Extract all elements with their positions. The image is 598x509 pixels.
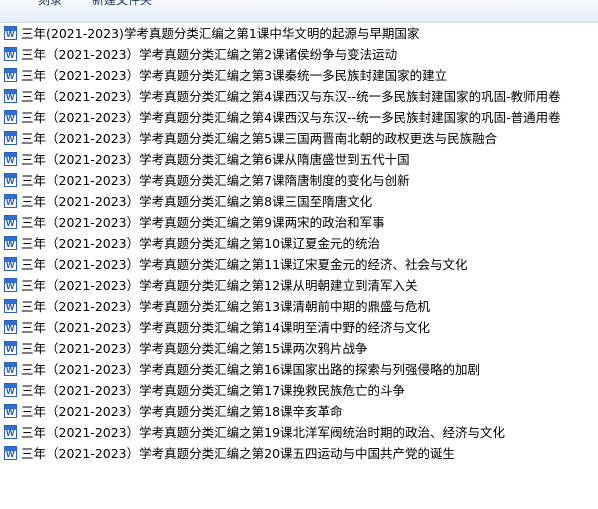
file-name: 三年（2021-2023）学考真题分类汇编之第12课从明朝建立到清军入关 (21, 278, 418, 293)
word-doc-icon: W (4, 299, 17, 313)
file-item[interactable]: W 三年（2021-2023）学考真题分类汇编之第4课西汉与东汉--统一多民族封建… (0, 86, 598, 107)
file-item[interactable]: W 三年（2021-2023）学考真题分类汇编之第5课三国两晋南北朝的政权更迭与民… (0, 128, 598, 149)
file-name: 三年（2021-2023）学考真题分类汇编之第10课辽夏金元的统治 (21, 236, 381, 251)
word-doc-icon: W (4, 320, 17, 334)
explorer-toolbar: 刻录 新建文件夹 (0, 0, 598, 23)
file-item[interactable]: W 三年（2021-2023）学考真题分类汇编之第13课清朝前中期的鼎盛与危机 (0, 296, 598, 317)
file-name: 三年（2021-2023）学考真题分类汇编之第18课辛亥革命 (21, 404, 343, 419)
file-name: 三年（2021-2023）学考真题分类汇编之第4课西汉与东汉--统一多民族封建国… (21, 89, 561, 104)
file-name: 三年（2021-2023）学考真题分类汇编之第5课三国两晋南北朝的政权更迭与民族… (21, 131, 498, 146)
word-doc-icon: W (4, 47, 17, 61)
file-name: 三年（2021-2023）学考真题分类汇编之第19课北洋军阀统治时期的政治、经济… (21, 425, 506, 440)
word-doc-icon: W (4, 26, 17, 40)
word-doc-icon: W (4, 278, 17, 292)
file-name: 三年（2021-2023）学考真题分类汇编之第2课诸侯纷争与变法运动 (21, 47, 398, 62)
file-name: 三年（2021-2023）学考真题分类汇编之第9课两宋的政治和军事 (21, 215, 385, 230)
word-doc-icon: W (4, 404, 17, 418)
file-name: 三年（2021-2023）学考真题分类汇编之第6课从隋唐盛世到五代十国 (21, 152, 410, 167)
file-item[interactable]: W 三年(2021-2023)学考真题分类汇编之第1课中华文明的起源与早期国家 (0, 23, 598, 44)
word-doc-icon: W (4, 257, 17, 271)
file-item[interactable]: W 三年（2021-2023）学考真题分类汇编之第10课辽夏金元的统治 (0, 233, 598, 254)
file-name: 三年(2021-2023)学考真题分类汇编之第1课中华文明的起源与早期国家 (21, 26, 420, 41)
word-doc-icon: W (4, 446, 17, 460)
file-name: 三年（2021-2023）学考真题分类汇编之第14课明至清中野的经济与文化 (21, 320, 431, 335)
word-doc-icon: W (4, 194, 17, 208)
file-name: 三年（2021-2023）学考真题分类汇编之第7课隋唐制度的变化与创新 (21, 173, 410, 188)
file-item[interactable]: W 三年（2021-2023）学考真题分类汇编之第11课辽宋夏金元的经济、社会与文… (0, 254, 598, 275)
file-item[interactable]: W 三年（2021-2023）学考真题分类汇编之第20课五四运动与中国共产党的诞生 (0, 443, 598, 464)
word-doc-icon: W (4, 152, 17, 166)
file-item[interactable]: W 三年（2021-2023）学考真题分类汇编之第6课从隋唐盛世到五代十国 (0, 149, 598, 170)
file-name: 三年（2021-2023）学考真题分类汇编之第20课五四运动与中国共产党的诞生 (21, 446, 456, 461)
file-item[interactable]: W 三年（2021-2023）学考真题分类汇编之第8课三国至隋唐文化 (0, 191, 598, 212)
file-item[interactable]: W 三年（2021-2023）学考真题分类汇编之第15课两次鸦片战争 (0, 338, 598, 359)
file-name: 三年（2021-2023）学考真题分类汇编之第17课挽救民族危亡的斗争 (21, 383, 406, 398)
new-folder-button[interactable]: 新建文件夹 (92, 0, 152, 9)
file-item[interactable]: W 三年（2021-2023）学考真题分类汇编之第12课从明朝建立到清军入关 (0, 275, 598, 296)
file-item[interactable]: W 三年（2021-2023）学考真题分类汇编之第2课诸侯纷争与变法运动 (0, 44, 598, 65)
file-name: 三年（2021-2023）学考真题分类汇编之第3课秦统一多民族封建国家的建立 (21, 68, 448, 83)
file-item[interactable]: W 三年（2021-2023）学考真题分类汇编之第17课挽救民族危亡的斗争 (0, 380, 598, 401)
file-item[interactable]: W 三年（2021-2023）学考真题分类汇编之第7课隋唐制度的变化与创新 (0, 170, 598, 191)
file-item[interactable]: W 三年（2021-2023）学考真题分类汇编之第18课辛亥革命 (0, 401, 598, 422)
file-item[interactable]: W 三年（2021-2023）学考真题分类汇编之第9课两宋的政治和军事 (0, 212, 598, 233)
burn-button[interactable]: 刻录 (38, 0, 62, 9)
file-item[interactable]: W 三年（2021-2023）学考真题分类汇编之第14课明至清中野的经济与文化 (0, 317, 598, 338)
word-doc-icon: W (4, 341, 17, 355)
file-list: W 三年(2021-2023)学考真题分类汇编之第1课中华文明的起源与早期国家 W 三… (0, 23, 598, 464)
file-name: 三年（2021-2023）学考真题分类汇编之第15课两次鸦片战争 (21, 341, 368, 356)
file-name: 三年（2021-2023）学考真题分类汇编之第16课国家出路的探索与列强侵略的加… (21, 362, 481, 377)
file-item[interactable]: W 三年（2021-2023）学考真题分类汇编之第19课北洋军阀统治时期的政治、经… (0, 422, 598, 443)
word-doc-icon: W (4, 362, 17, 376)
file-name: 三年（2021-2023）学考真题分类汇编之第8课三国至隋唐文化 (21, 194, 373, 209)
word-doc-icon: W (4, 425, 17, 439)
file-name: 三年（2021-2023）学考真题分类汇编之第13课清朝前中期的鼎盛与危机 (21, 299, 431, 314)
file-name: 三年（2021-2023）学考真题分类汇编之第11课辽宋夏金元的经济、社会与文化 (21, 257, 468, 272)
word-doc-icon: W (4, 68, 17, 82)
word-doc-icon: W (4, 383, 17, 397)
word-doc-icon: W (4, 110, 17, 124)
file-item[interactable]: W 三年（2021-2023）学考真题分类汇编之第3课秦统一多民族封建国家的建立 (0, 65, 598, 86)
word-doc-icon: W (4, 89, 17, 103)
word-doc-icon: W (4, 215, 17, 229)
word-doc-icon: W (4, 173, 17, 187)
word-doc-icon: W (4, 131, 17, 145)
file-name: 三年（2021-2023）学考真题分类汇编之第4课西汉与东汉--统一多民族封建国… (21, 110, 561, 125)
file-item[interactable]: W 三年（2021-2023）学考真题分类汇编之第4课西汉与东汉--统一多民族封建… (0, 107, 598, 128)
file-item[interactable]: W 三年（2021-2023）学考真题分类汇编之第16课国家出路的探索与列强侵略的… (0, 359, 598, 380)
word-doc-icon: W (4, 236, 17, 250)
